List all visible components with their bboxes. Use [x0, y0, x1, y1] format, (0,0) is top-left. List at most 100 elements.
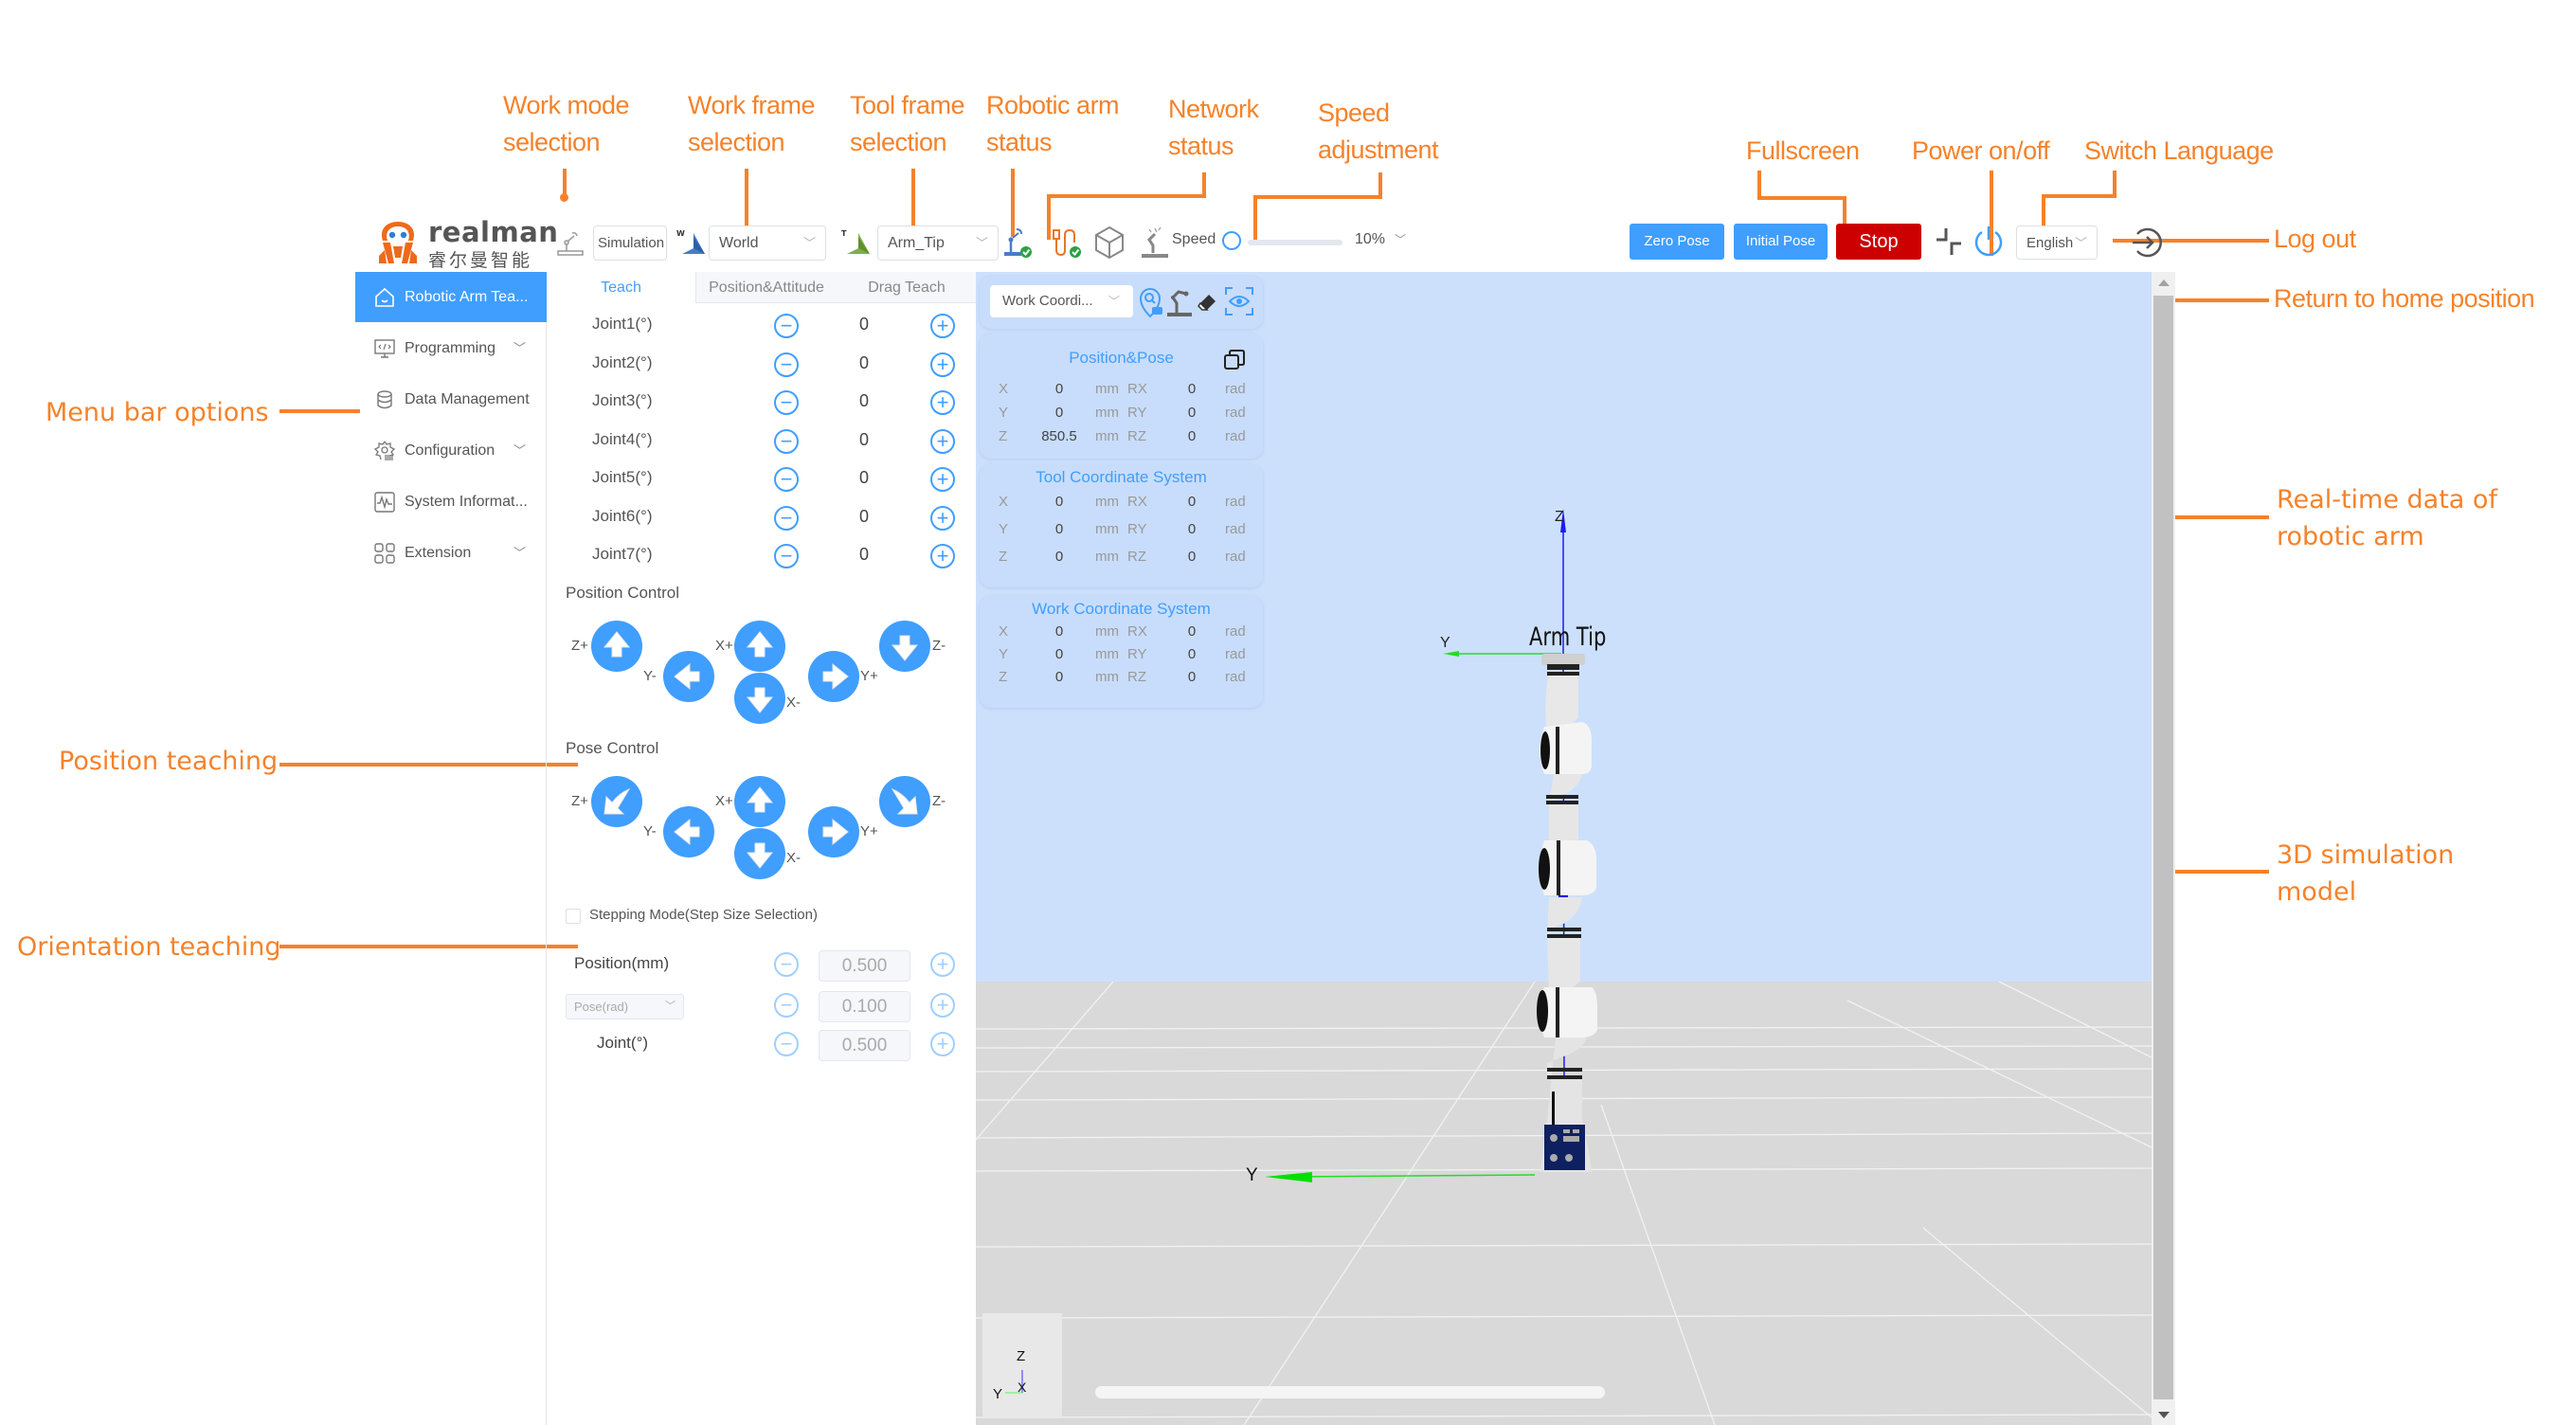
joint-plus-button[interactable]: +	[930, 544, 955, 568]
step-joint-input[interactable]: 0.500	[819, 1030, 910, 1061]
joint-label: Joint5(°)	[592, 468, 653, 486]
sidebar-item-data-management[interactable]: Data Management	[355, 374, 547, 424]
joint-minus-button[interactable]: −	[774, 467, 799, 492]
position-yp-button[interactable]	[808, 651, 859, 702]
position-zm-button[interactable]	[879, 621, 930, 672]
joint-value: 0	[858, 545, 869, 564]
eraser-icon[interactable]	[1197, 290, 1219, 313]
step-pose-minus-button[interactable]: −	[774, 993, 799, 1018]
sidebar-item-system-information[interactable]: System Informat...	[355, 477, 547, 527]
step-position-plus-button[interactable]: +	[930, 952, 955, 977]
tab-teach[interactable]: Teach	[547, 272, 695, 303]
tab-position-attitude[interactable]: Position&Attitude	[695, 272, 838, 303]
step-joint-minus-button[interactable]: −	[774, 1032, 799, 1056]
cube-view-icon[interactable]	[1093, 225, 1126, 261]
logout-icon[interactable]	[2130, 225, 2166, 261]
gear-list-icon	[374, 441, 395, 460]
axis-value: 850.5	[1041, 428, 1077, 444]
joint-minus-button[interactable]: −	[774, 428, 799, 454]
locate-search-icon[interactable]	[1137, 286, 1163, 318]
pose-xm-button[interactable]	[734, 828, 785, 879]
position-xm-label: X-	[786, 694, 801, 711]
stepping-mode-checkbox[interactable]	[566, 909, 581, 924]
joint-plus-button[interactable]: +	[930, 390, 955, 415]
step-joint-plus-button[interactable]: +	[930, 1032, 955, 1056]
network-status-ok-icon[interactable]	[1052, 225, 1086, 260]
tab-drag-teach[interactable]: Drag Teach	[838, 272, 976, 303]
work-frame-select[interactable]: World ﹀	[709, 225, 826, 261]
axis-unit: mm	[1095, 381, 1119, 397]
position-xp-button[interactable]	[734, 621, 785, 672]
speed-slider-track[interactable]	[1248, 240, 1342, 245]
card-title: Position&Pose	[1069, 349, 1174, 367]
chevron-down-icon: ﹀	[1395, 233, 1407, 246]
vertical-scrollbar[interactable]	[2152, 272, 2175, 1425]
pose-xm-label: X-	[786, 850, 801, 866]
work-mode-icon[interactable]	[555, 227, 585, 258]
pose-zm-button[interactable]	[879, 776, 930, 827]
card-row: Z 0 mm RZ 0 rad	[980, 669, 1263, 692]
position-xm-button[interactable]	[734, 673, 785, 724]
stop-button[interactable]: Stop	[1836, 224, 1921, 260]
joint-plus-button[interactable]: +	[930, 505, 955, 531]
joint-plus-button[interactable]: +	[930, 428, 955, 454]
annotation-arm-status: Robotic arm status	[986, 91, 1120, 156]
tool-frame-select[interactable]: Arm_Tip ﹀	[877, 225, 999, 261]
code-monitor-icon	[374, 339, 395, 358]
rotation-unit: rad	[1225, 405, 1246, 421]
card-row: Y 0 mm RY 0 rad	[980, 521, 1263, 544]
pose-ym-button[interactable]	[663, 806, 714, 857]
joint-minus-button[interactable]: −	[774, 505, 799, 531]
scroll-thumb[interactable]	[2153, 296, 2173, 1399]
axis-unit: mm	[1095, 623, 1119, 640]
arm-status-ok-icon[interactable]	[1002, 225, 1036, 260]
sidebar-item-robotic-arm-teach[interactable]: Robotic Arm Tea...	[355, 272, 547, 322]
step-pose-plus-button[interactable]: +	[930, 993, 955, 1018]
rotation-unit: rad	[1225, 494, 1246, 510]
logo-subtitle: 睿尔曼智能	[428, 250, 533, 271]
zero-pose-button[interactable]: Zero Pose	[1630, 224, 1724, 260]
joint-minus-button[interactable]: −	[774, 314, 799, 338]
pose-yp-button[interactable]	[808, 806, 859, 857]
home-view-icon[interactable]	[1224, 286, 1254, 316]
step-pose-input[interactable]: 0.100	[819, 991, 910, 1022]
language-select[interactable]: English ﹀	[2016, 225, 2098, 260]
horizontal-scrollbar[interactable]	[1095, 1386, 1605, 1398]
copy-icon[interactable]	[1223, 349, 1246, 371]
robot-pose-icon[interactable]	[1165, 286, 1194, 318]
sidebar-item-programming[interactable]: Programming ﹀	[355, 323, 547, 373]
robot-speed-icon	[1142, 226, 1168, 258]
power-icon[interactable]	[1971, 224, 2007, 260]
scroll-down-icon[interactable]	[2158, 1412, 2170, 1418]
step-joint-label: Joint(°)	[597, 1034, 649, 1052]
sidebar-item-label: Data Management	[405, 391, 530, 407]
pose-xp-button[interactable]	[734, 776, 785, 827]
position-ym-button[interactable]	[663, 651, 714, 702]
rotation-unit: rad	[1225, 428, 1246, 444]
scroll-up-icon[interactable]	[2158, 280, 2170, 286]
joint-plus-button[interactable]: +	[930, 467, 955, 492]
joint-minus-button[interactable]: −	[774, 544, 799, 568]
sidebar-item-configuration[interactable]: Configuration ﹀	[355, 425, 547, 476]
svg-text:W: W	[676, 229, 685, 238]
step-position-input[interactable]: 0.500	[819, 950, 910, 982]
sidebar-item-extension[interactable]: Extension ﹀	[355, 528, 547, 578]
joint-minus-button[interactable]: −	[774, 352, 799, 377]
pose-zp-button[interactable]	[591, 776, 642, 827]
joint-plus-button[interactable]: +	[930, 352, 955, 377]
arrow-ccw-icon	[603, 787, 631, 815]
work-mode-select[interactable]: Simulation	[593, 225, 667, 261]
speed-slider-handle[interactable]	[1222, 231, 1241, 250]
joint-plus-button[interactable]: +	[930, 314, 955, 338]
fullscreen-icon[interactable]	[1933, 225, 1965, 259]
initial-pose-button[interactable]: Initial Pose	[1734, 224, 1828, 260]
arm-tip-flange	[1541, 654, 1585, 676]
language-value: English	[2027, 235, 2074, 251]
step-position-minus-button[interactable]: −	[774, 952, 799, 977]
joint-minus-button[interactable]: −	[774, 390, 799, 415]
step-pose-select[interactable]: Pose(rad) ﹀	[566, 994, 684, 1019]
position-zp-button[interactable]	[591, 621, 642, 672]
speed-value-select[interactable]: 10% ﹀	[1355, 231, 1406, 248]
sidebar-item-label: Programming	[405, 340, 496, 356]
coordinate-select[interactable]: Work Coordi... ﹀	[990, 285, 1133, 317]
